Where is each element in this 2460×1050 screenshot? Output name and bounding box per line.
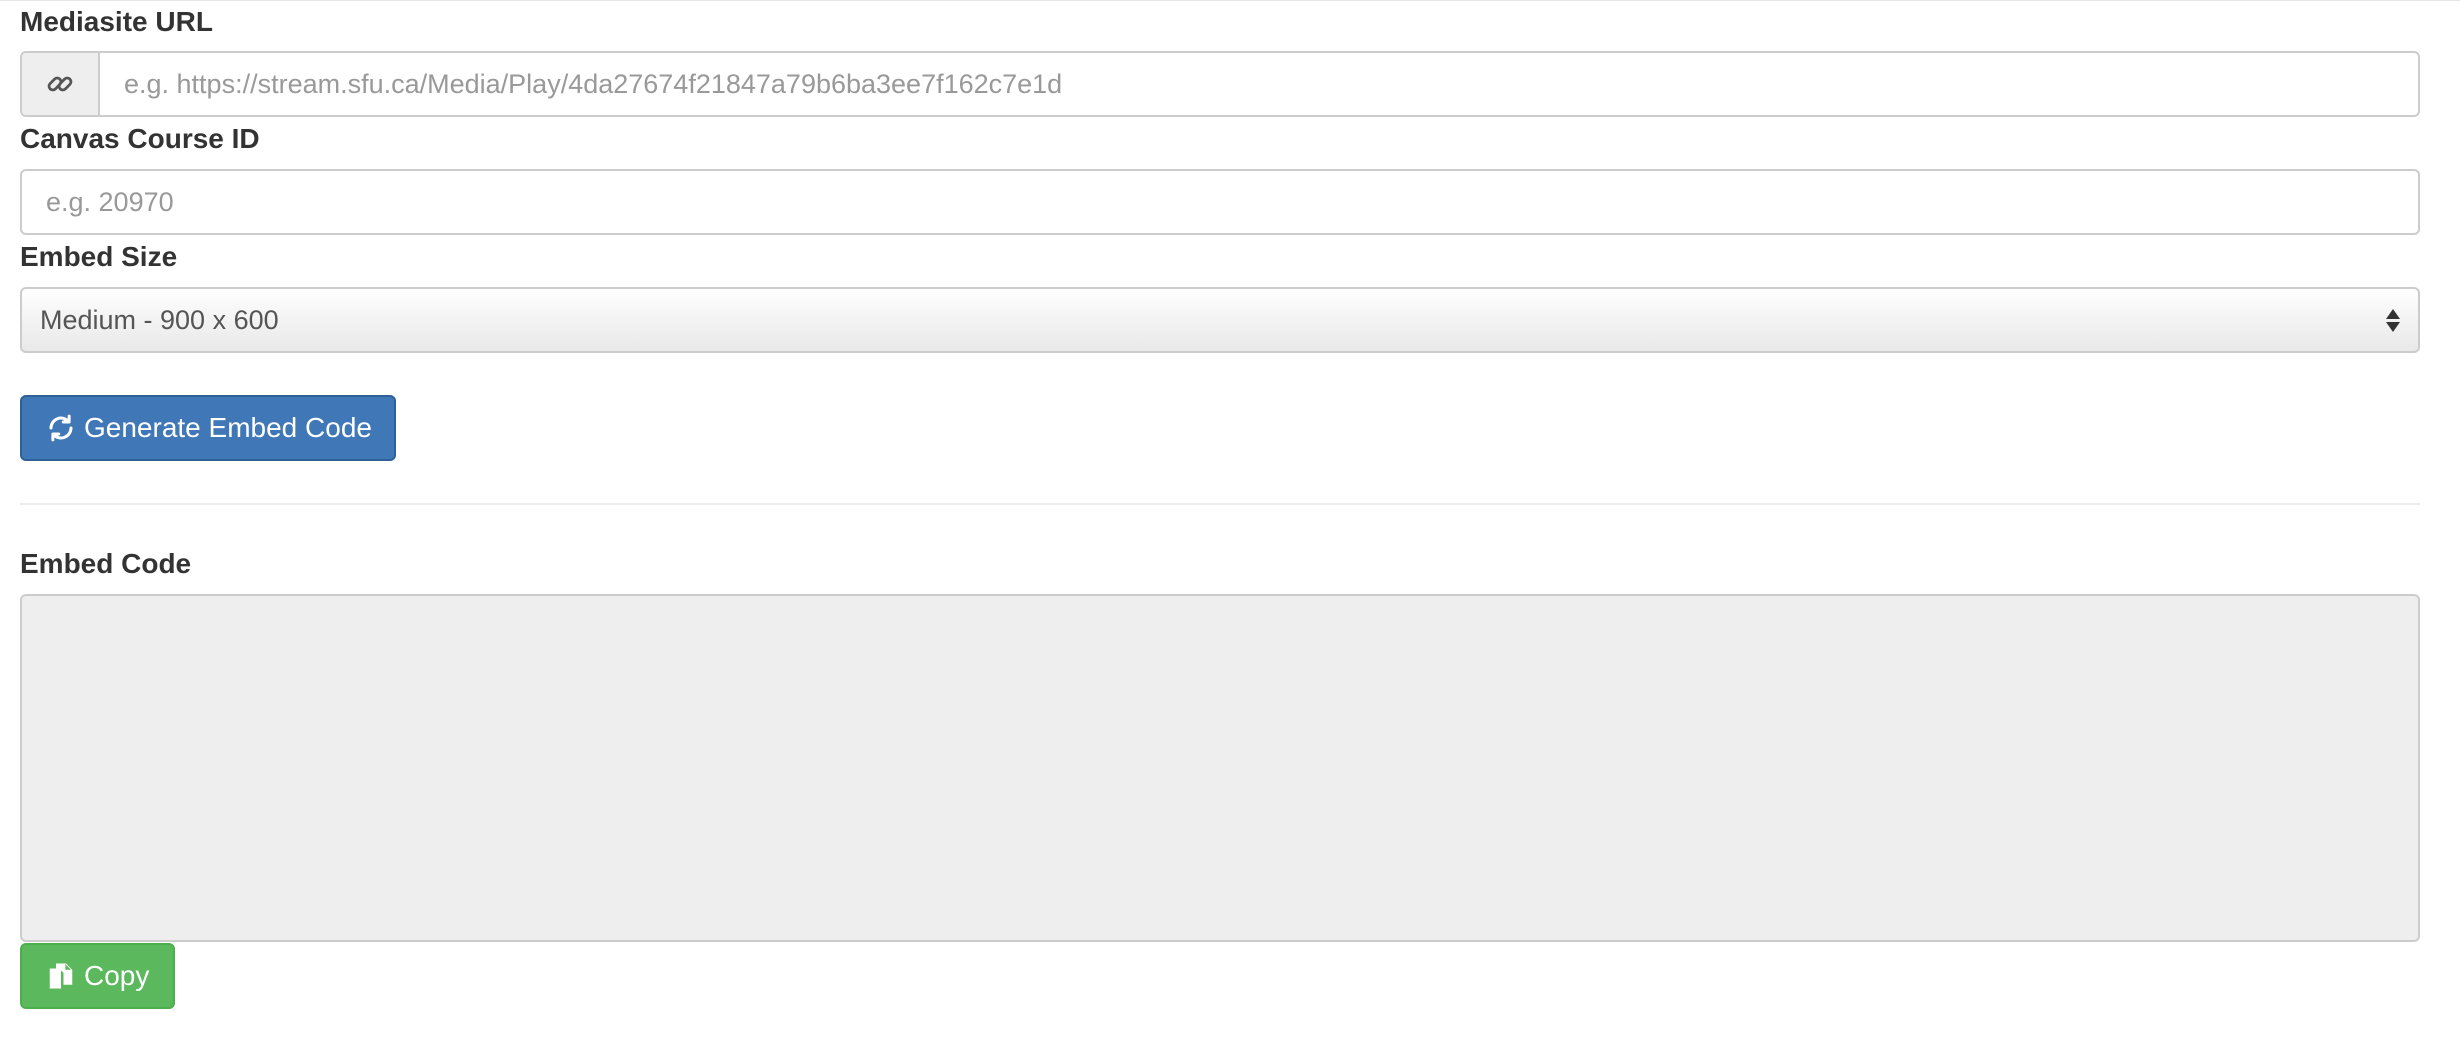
generate-embed-code-label: Generate Embed Code <box>84 412 372 443</box>
mediasite-url-input-group <box>20 51 2420 117</box>
link-icon <box>22 53 100 115</box>
generate-embed-code-button[interactable]: Generate Embed Code <box>20 395 396 461</box>
divider <box>20 503 2420 505</box>
mediasite-url-input[interactable] <box>100 53 2418 115</box>
embed-code-label: Embed Code <box>20 548 192 579</box>
copy-icon <box>46 961 76 991</box>
copy-button[interactable]: Copy <box>20 943 175 1009</box>
canvas-course-id-label: Canvas Course ID <box>20 123 260 154</box>
select-arrows-icon <box>2386 305 2400 335</box>
canvas-course-id-input[interactable] <box>22 171 2418 233</box>
canvas-course-id-field <box>20 169 2420 235</box>
refresh-icon <box>46 413 76 443</box>
embed-size-label: Embed Size <box>20 241 178 272</box>
embed-code-textarea[interactable] <box>20 594 2420 942</box>
copy-button-label: Copy <box>84 960 150 991</box>
mediasite-url-label: Mediasite URL <box>20 6 213 37</box>
embed-size-select[interactable]: Medium - 900 x 600 <box>20 287 2420 353</box>
embed-code-generator-page: Mediasite URL Canvas Course ID Embed Siz… <box>0 0 2460 1050</box>
embed-size-selected-value: Medium - 900 x 600 <box>40 304 279 335</box>
